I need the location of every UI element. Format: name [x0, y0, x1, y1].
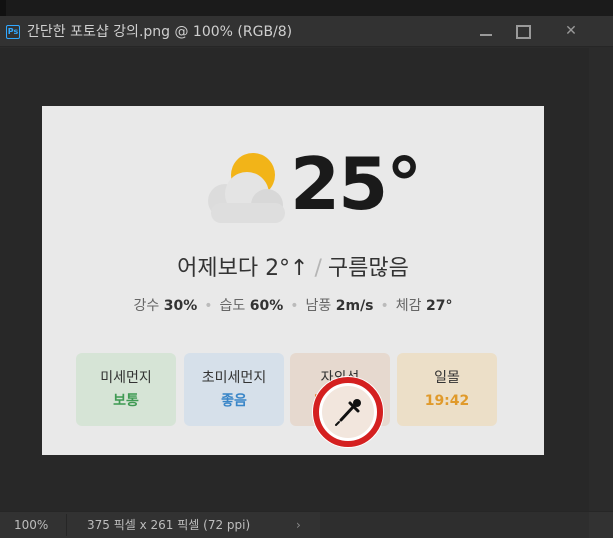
close-icon: ✕ [565, 23, 577, 39]
detail-dot: • [204, 298, 213, 314]
card-label: 일몰 [434, 370, 460, 386]
detail-label: 강수 [133, 298, 160, 314]
card-label: 초미세먼지 [201, 370, 267, 386]
fine-dust-card: 미세먼지 보통 [76, 353, 176, 426]
detail-label: 남풍 [305, 298, 332, 314]
temperature-value: 25° [290, 142, 422, 226]
weather-details: 강수 30% • 습도 60% • 남풍 2m/s • 체감 27° [42, 295, 544, 317]
card-value: 19:42 [424, 393, 470, 409]
card-value: 보통 [113, 393, 139, 409]
status-divider [66, 514, 67, 536]
photoshop-app-icon: Ps [6, 25, 20, 39]
detail-value: 60% [249, 298, 284, 314]
detail-label: 체감 [395, 298, 422, 314]
card-value: 좋음 [221, 393, 247, 409]
maximize-button[interactable] [502, 16, 542, 46]
sunset-card: 일몰 19:42 [397, 353, 497, 426]
detail-value: 2m/s [335, 298, 374, 314]
zoom-level[interactable]: 100% [14, 517, 48, 533]
card-label: 미세먼지 [100, 370, 152, 386]
detail-value: 30% [163, 298, 198, 314]
document-window: Ps 간단한 포토샵 강의.png @ 100% (RGB/8) ✕ 25° 어… [0, 16, 613, 538]
detail-dot: • [380, 298, 389, 314]
partly-cloudy-icon [208, 153, 285, 223]
chevron-right-icon[interactable]: › [296, 517, 301, 533]
weather-condition: 구름많음 [327, 256, 409, 281]
summary-separator: / [314, 256, 322, 281]
document-dimensions: 375 픽셀 x 261 픽셀 (72 ppi) [87, 518, 251, 532]
detail-label: 습도 [219, 298, 246, 314]
vertical-scrollbar[interactable] [589, 48, 613, 511]
close-button[interactable]: ✕ [551, 16, 591, 46]
workspace-top-strip [0, 0, 613, 16]
detail-value: 27° [426, 298, 453, 314]
minimize-button[interactable] [467, 16, 507, 46]
eyedropper-loupe [312, 376, 384, 448]
horizontal-scrollbar[interactable] [320, 512, 589, 538]
ultrafine-dust-card: 초미세먼지 좋음 [184, 353, 284, 426]
document-titlebar[interactable]: Ps 간단한 포토샵 강의.png @ 100% (RGB/8) ✕ [0, 16, 613, 47]
weather-summary: 어제보다 2°↑ / 구름많음 [42, 254, 544, 284]
document-canvas[interactable]: 25° 어제보다 2°↑ / 구름많음 강수 30% • 습도 60% • 남풍 2m/s •… [42, 106, 544, 455]
detail-dot: • [290, 298, 299, 314]
strip-edge [0, 0, 6, 16]
document-title: 간단한 포토샵 강의.png @ 100% (RGB/8) [27, 24, 293, 40]
status-bar: 100% 375 픽셀 x 261 픽셀 (72 ppi) › [0, 511, 613, 538]
temperature-change: 어제보다 2°↑ [177, 256, 309, 281]
